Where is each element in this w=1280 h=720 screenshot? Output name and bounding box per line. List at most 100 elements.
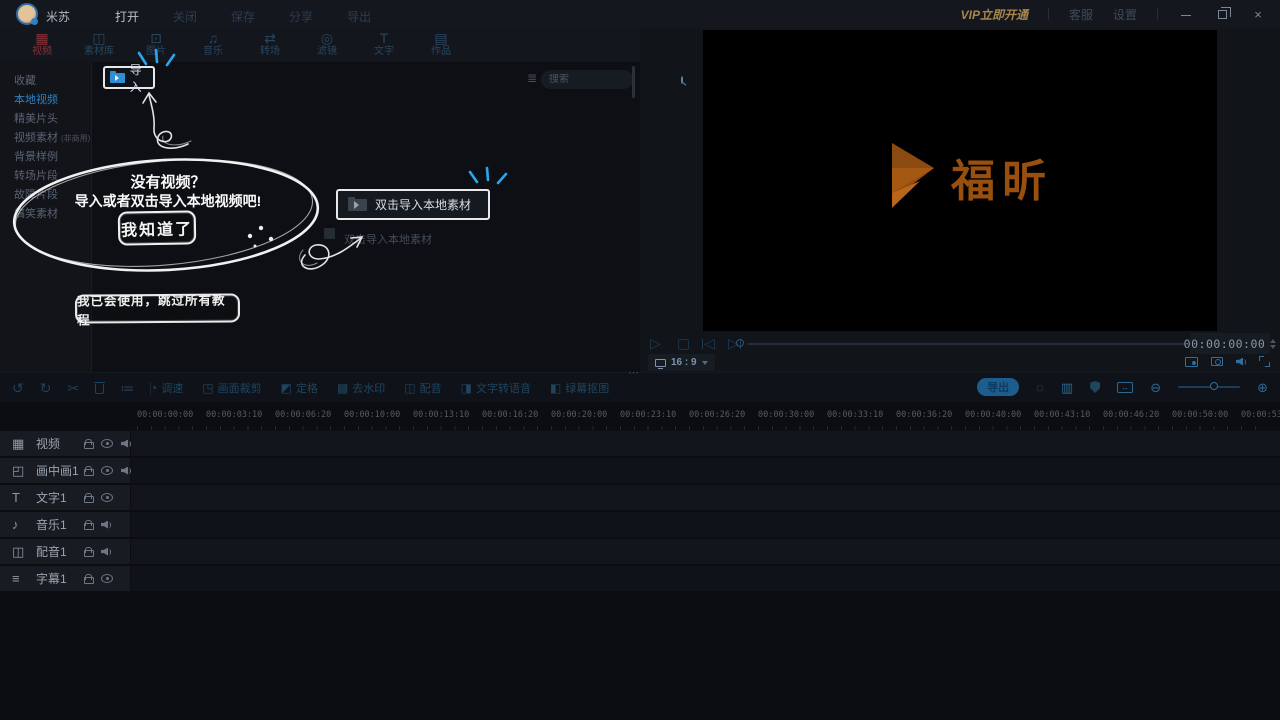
tab-material-library[interactable]: ◫ 素材库 (79, 28, 119, 62)
double-click-import-button[interactable]: 双击导入本地素材 (336, 189, 490, 220)
redo-icon[interactable]: ↻ (40, 380, 52, 397)
menu-open[interactable]: 打开 (115, 8, 139, 25)
visibility-icon[interactable] (101, 439, 113, 448)
play-button[interactable]: ▷ (650, 336, 661, 350)
mute-icon[interactable] (101, 547, 111, 557)
tool-dubbing[interactable]: ◫配音 (404, 380, 441, 396)
import-button[interactable]: 导入 (103, 66, 155, 89)
render-settings-icon[interactable]: ◌ (1036, 381, 1044, 394)
tool-green-screen[interactable]: ◧绿幕抠图 (550, 380, 609, 396)
tool-crop[interactable]: ◳画面裁剪 (202, 380, 261, 396)
track-header-dubbing[interactable]: ◫ 配音1 (0, 539, 130, 564)
visibility-icon[interactable] (101, 466, 113, 475)
seek-track[interactable] (747, 343, 1185, 345)
skip-tutorial-button[interactable]: 我已会使用，跳过所有教程 (75, 293, 240, 323)
sidebar-item-video-material[interactable]: 视频素材(非商用) (0, 129, 91, 148)
track-lane-video[interactable] (131, 431, 1280, 456)
track-lane-subtitle[interactable] (131, 566, 1280, 591)
timeline-ruler[interactable]: 00:00:00:00 00:00:03:10 00:00:06:20 00:0… (131, 406, 1280, 430)
media-tab-bar: ▦ 视频 ◫ 素材库 ⊡ 图片 ♫ 音乐 ⇄ 转场 ◎ 滤镜 T 文字 ▤ 作品 (0, 28, 640, 62)
zoom-in-icon[interactable]: ⊕ (1257, 381, 1268, 394)
tutorial-line1: 没有视频？ (40, 173, 296, 192)
non-commercial-tag: (非商用) (61, 134, 90, 143)
sidebar-item-local-video[interactable]: 本地视频 (0, 91, 91, 110)
vip-upgrade-button[interactable]: VIP立即开通 (961, 6, 1028, 23)
export-button[interactable]: 导出 (977, 378, 1019, 396)
previous-frame-button[interactable]: ◁ (702, 336, 715, 350)
track-lane-music[interactable] (131, 512, 1280, 537)
shield-icon[interactable] (1090, 381, 1100, 393)
panel-resize-handle[interactable]: ⋯ (628, 366, 640, 379)
ruler-stamp: 00:00:20:00 (551, 410, 607, 420)
seek-handle[interactable] (736, 339, 744, 347)
track-lane-dubbing[interactable] (131, 539, 1280, 564)
tab-transition[interactable]: ⇄ 转场 (250, 28, 290, 62)
close-button[interactable]: × (1250, 7, 1266, 22)
panel-layout-icon[interactable]: ▥ (1061, 381, 1073, 394)
support-button[interactable]: 客服 (1069, 6, 1093, 23)
divider (1157, 8, 1158, 20)
user-name: 米苏 (46, 8, 70, 25)
scrollbar-thumb[interactable] (632, 66, 635, 98)
screen-record-icon[interactable] (1185, 357, 1198, 367)
lock-icon[interactable] (84, 466, 93, 476)
sidebar-item-backgrounds[interactable]: 背景样例 (0, 148, 91, 167)
tool-text-to-speech[interactable]: ◨文字转语音 (461, 380, 531, 396)
track-header-subtitle[interactable]: ≡ 字幕1 (0, 566, 130, 591)
minimize-button[interactable] (1178, 7, 1194, 22)
tab-music[interactable]: ♫ 音乐 (193, 28, 233, 62)
video-tab-icon: ▦ (22, 30, 62, 46)
track-header-text[interactable]: T 文字1 (0, 485, 130, 510)
lock-icon[interactable] (84, 547, 93, 557)
sidebar-item-intros[interactable]: 精美片头 (0, 110, 91, 129)
tool-speed[interactable]: ◔调速 (150, 380, 183, 396)
mute-icon[interactable] (101, 520, 111, 530)
track-lane-text[interactable] (131, 485, 1280, 510)
tab-image[interactable]: ⊡ 图片 (136, 28, 176, 62)
lock-icon[interactable] (84, 493, 93, 503)
sort-filter-icon[interactable]: ≣ (527, 71, 537, 85)
search-box[interactable] (541, 70, 633, 89)
cut-icon[interactable]: ✂ (67, 380, 79, 397)
user-avatar[interactable] (16, 3, 38, 25)
tool-remove-watermark[interactable]: ▩去水印 (337, 380, 385, 396)
track-header-video[interactable]: ▦ 视频 (0, 431, 130, 456)
search-input[interactable] (549, 74, 681, 85)
tab-works[interactable]: ▤ 作品 (421, 28, 461, 62)
ruler-stamp: 00:00:33:10 (827, 410, 883, 420)
timecode-stepper[interactable] (1270, 339, 1276, 349)
monitor-icon (655, 359, 666, 367)
mute-icon[interactable] (121, 439, 131, 449)
tab-video[interactable]: ▦ 视频 (22, 28, 62, 62)
ruler-stamp: 00:00:16:20 (482, 410, 538, 420)
timeline-zoom-slider[interactable] (1178, 386, 1240, 388)
zoom-out-icon[interactable]: ⊖ (1150, 381, 1161, 394)
tab-text[interactable]: T 文字 (364, 28, 404, 62)
restore-button[interactable] (1214, 7, 1230, 22)
visibility-icon[interactable] (101, 493, 113, 502)
track-header-music[interactable]: ♪ 音乐1 (0, 512, 130, 537)
track-lane-pip[interactable] (131, 458, 1280, 483)
settings-button[interactable]: 设置 (1113, 6, 1137, 23)
tutorial-ok-button[interactable]: 我知道了 (118, 210, 197, 245)
volume-icon[interactable] (1236, 357, 1246, 367)
lock-icon[interactable] (84, 439, 93, 449)
lock-icon[interactable] (84, 520, 93, 530)
adjust-icon[interactable]: ≔ (120, 380, 134, 397)
aspect-ratio-dropdown[interactable]: 16 : 9 (648, 354, 715, 371)
lock-icon[interactable] (84, 574, 93, 584)
stop-button[interactable]: ▢ (677, 336, 690, 350)
mute-icon[interactable] (121, 466, 131, 476)
visibility-icon[interactable] (101, 574, 113, 583)
track-header-pip[interactable]: ◰ 画中画1 (0, 458, 130, 483)
undo-icon[interactable]: ↺ (12, 380, 24, 397)
zoom-slider-handle[interactable] (1210, 382, 1218, 390)
fit-timeline-icon[interactable]: ↔ (1117, 382, 1133, 393)
ruler-stamp: 00:00:36:20 (896, 410, 952, 420)
tab-filter[interactable]: ◎ 滤镜 (307, 28, 347, 62)
tool-freeze-frame[interactable]: ◩定格 (281, 380, 318, 396)
fullscreen-icon[interactable] (1259, 356, 1270, 367)
sidebar-item-favorites[interactable]: 收藏 (0, 72, 91, 91)
delete-icon[interactable] (95, 384, 104, 394)
snapshot-icon[interactable] (1211, 357, 1223, 366)
